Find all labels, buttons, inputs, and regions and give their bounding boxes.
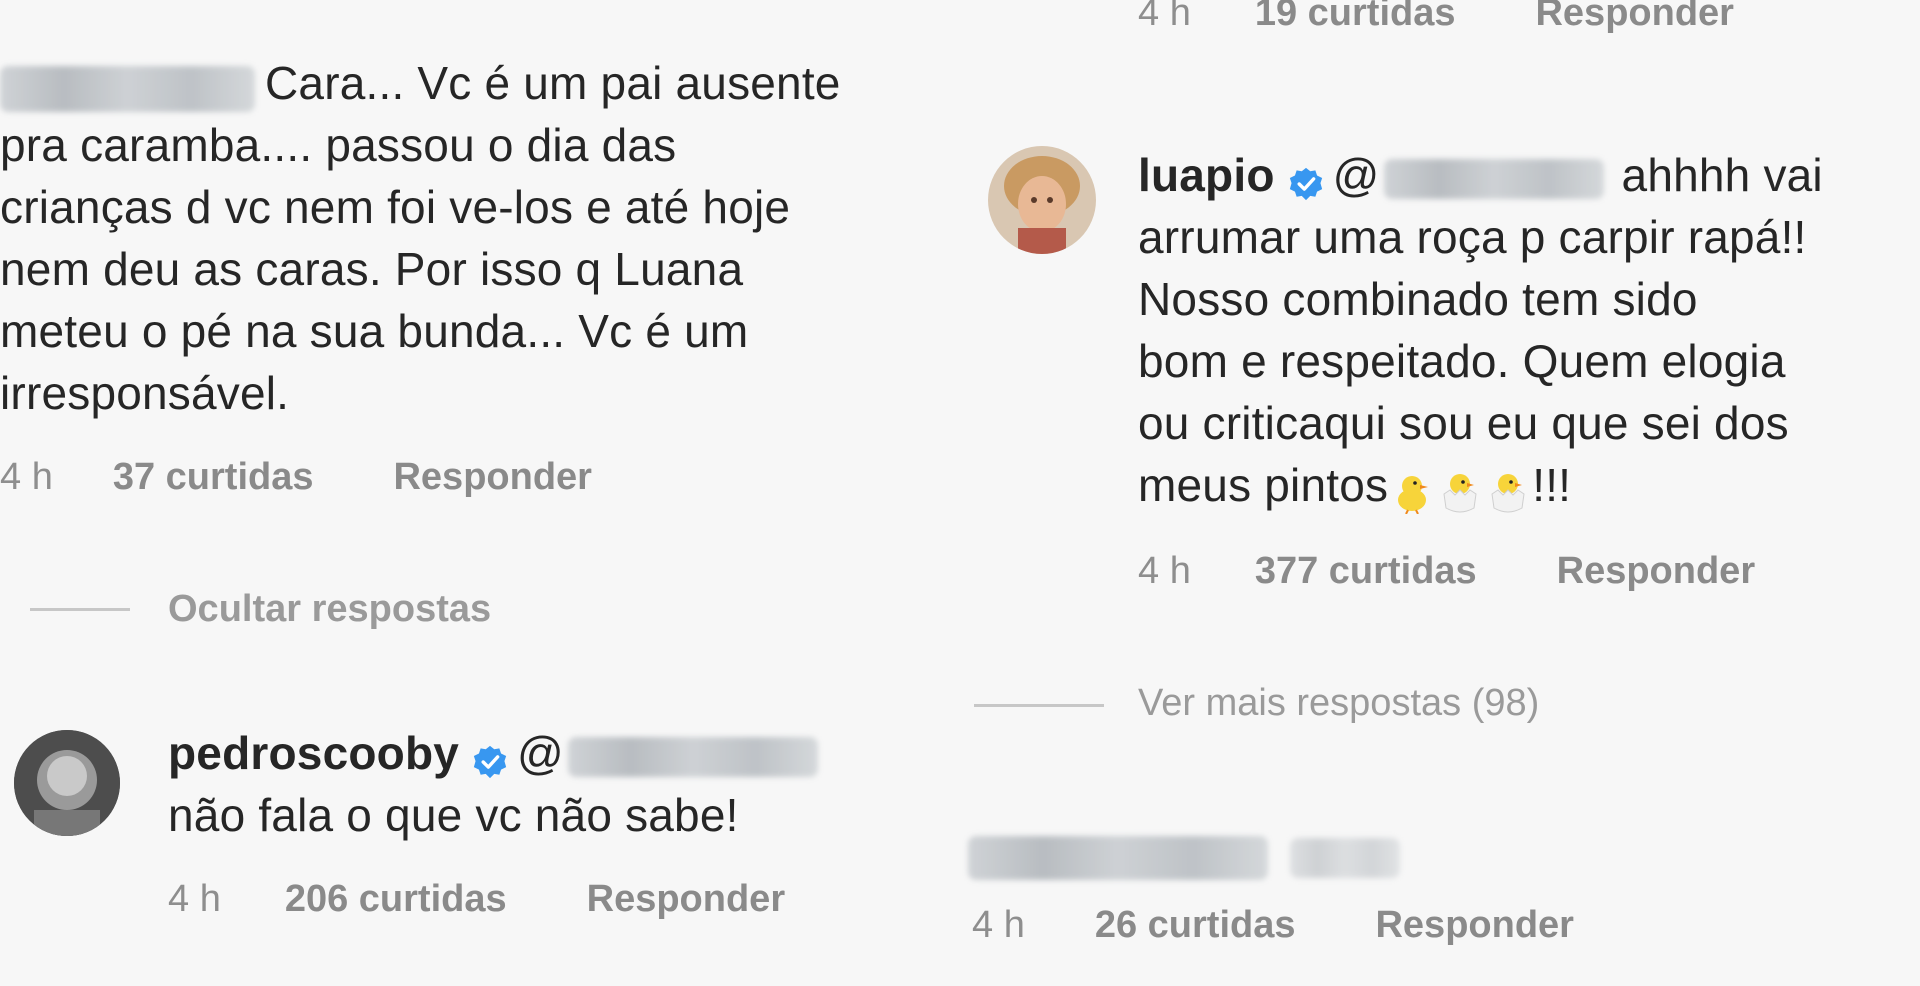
reply-line-end: !!!: [1532, 459, 1572, 511]
likes-count-button[interactable]: 37 curtidas: [113, 456, 314, 499]
reply-first-line-tail: ahhhh vai: [1621, 149, 1823, 201]
blurred-username: [968, 836, 1268, 880]
comment-line: Cara... Vc é um pai ausente: [265, 57, 841, 109]
comment-time: 4 h: [1138, 0, 1191, 34]
blurred-mention: [567, 736, 818, 777]
verified-badge-icon: [473, 732, 507, 779]
avatar[interactable]: [14, 730, 120, 836]
mention-link[interactable]: @: [1333, 144, 1604, 206]
likes-count-button[interactable]: 19 curtidas: [1255, 0, 1456, 35]
hatching-chick-icon: [1438, 467, 1482, 513]
verified-badge-icon: [1289, 154, 1323, 201]
comment-line: nem deu as caras. Por isso q Luana: [0, 243, 744, 295]
reply-text: pedroscooby @ não fala o que vc não sabe…: [168, 722, 958, 846]
avatar[interactable]: [988, 146, 1096, 254]
reply-meta: 4 h 377 curtidas Responder: [1138, 550, 1755, 593]
comment-meta: 4 h 37 curtidas Responder: [0, 456, 592, 499]
likes-count-button[interactable]: 26 curtidas: [1095, 904, 1296, 947]
reply-button[interactable]: Responder: [1557, 550, 1755, 593]
reply-line: Nosso combinado tem sido: [1138, 273, 1698, 325]
reply-meta: 4 h 206 curtidas Responder: [168, 878, 785, 921]
reply-button[interactable]: Responder: [587, 878, 785, 921]
likes-count-button[interactable]: 206 curtidas: [285, 878, 507, 921]
comment-line: pra caramba.... passou o dia das: [0, 119, 677, 171]
comment-time: 4 h: [0, 456, 53, 498]
likes-count-button[interactable]: 377 curtidas: [1255, 550, 1477, 593]
comment-meta: 4 h 19 curtidas Responder: [1138, 0, 1734, 35]
reply-button[interactable]: Responder: [1535, 0, 1733, 35]
comment-line: crianças d vc nem foi ve-los e até hoje: [0, 181, 791, 233]
avatar-image: [988, 146, 1096, 254]
baby-chick-icon: [1390, 467, 1434, 515]
comment-meta: 4 h 26 curtidas Responder: [972, 904, 1574, 947]
reply-line: ou criticaqui sou eu que sei dos: [1138, 397, 1789, 449]
reply-text: luapio @ ahhhh vai arrumar uma roça p ca…: [1138, 144, 1920, 516]
mention-prefix: @: [517, 727, 564, 779]
avatar-image: [14, 730, 120, 836]
reply-line: bom e respeitado. Quem elogia: [1138, 335, 1786, 387]
replies-divider: [30, 608, 130, 611]
username-link[interactable]: luapio: [1138, 144, 1275, 206]
comment-time: 4 h: [972, 904, 1025, 946]
reply-line-start: meus pintos: [1138, 459, 1389, 511]
reply-line: arrumar uma roça p carpir rapá!!: [1138, 211, 1807, 263]
comment-line: irresponsável.: [0, 367, 290, 419]
hatching-chick-icon: [1486, 467, 1530, 513]
reply-line: não fala o que vc não sabe!: [168, 789, 739, 841]
reply-time: 4 h: [1138, 550, 1191, 592]
comment-text: Cara... Vc é um pai ausente pra caramba.…: [0, 52, 960, 424]
right-comment-column: 4 h 19 curtidas Responder luapio @ ahhhh…: [960, 0, 1920, 986]
view-more-replies-link[interactable]: Ver mais respostas (98): [1138, 682, 1539, 725]
replies-divider: [974, 704, 1104, 707]
username-link[interactable]: pedroscooby: [168, 722, 459, 784]
comment-line: meteu o pé na sua bunda... Vc é um: [0, 305, 749, 357]
reply-button[interactable]: Responder: [393, 456, 591, 499]
reply-last-line: meus pintos !!!: [1138, 454, 1920, 516]
left-comment-column: Cara... Vc é um pai ausente pra caramba.…: [0, 0, 960, 986]
blurred-comment: [1290, 838, 1400, 878]
hide-replies-link[interactable]: Ocultar respostas: [168, 588, 491, 631]
mention-link[interactable]: @: [517, 722, 818, 784]
reply-time: 4 h: [168, 878, 221, 920]
blurred-mention: [1383, 158, 1604, 199]
reply-button[interactable]: Responder: [1375, 904, 1573, 947]
mention-prefix: @: [1332, 149, 1380, 201]
